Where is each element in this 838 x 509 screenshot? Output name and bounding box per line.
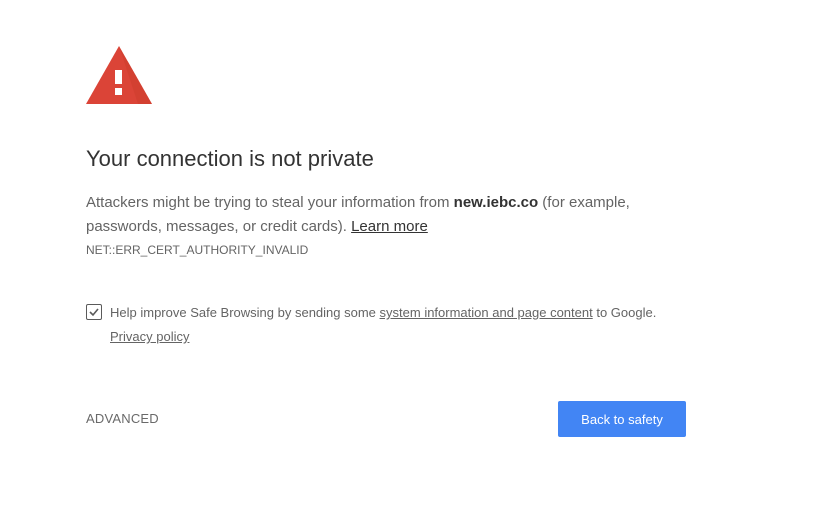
page-title: Your connection is not private <box>86 146 374 171</box>
system-information-link[interactable]: system information and page content <box>380 305 593 320</box>
safe-browsing-text-after: to Google. <box>592 305 657 320</box>
explanation-text-before: Attackers might be trying to steal your … <box>86 194 454 211</box>
advanced-button[interactable]: ADVANCED <box>86 411 159 426</box>
privacy-policy-link[interactable]: Privacy policy <box>110 328 189 346</box>
checkmark-icon <box>89 308 99 317</box>
error-code: NET::ERR_CERT_AUTHORITY_INVALID <box>86 243 309 257</box>
safe-browsing-checkbox[interactable] <box>86 304 102 320</box>
back-to-safety-button[interactable]: Back to safety <box>558 401 686 437</box>
domain-name: new.iebc.co <box>453 194 539 211</box>
learn-more-link[interactable]: Learn more <box>351 218 428 235</box>
safe-browsing-text-before: Help improve Safe Browsing by sending so… <box>110 305 380 320</box>
explanation-paragraph: Attackers might be trying to steal your … <box>86 191 686 239</box>
warning-triangle-icon <box>86 46 152 104</box>
safe-browsing-label: Help improve Safe Browsing by sending so… <box>110 304 656 322</box>
interstitial-page: Your connection is not private Attackers… <box>0 0 838 509</box>
